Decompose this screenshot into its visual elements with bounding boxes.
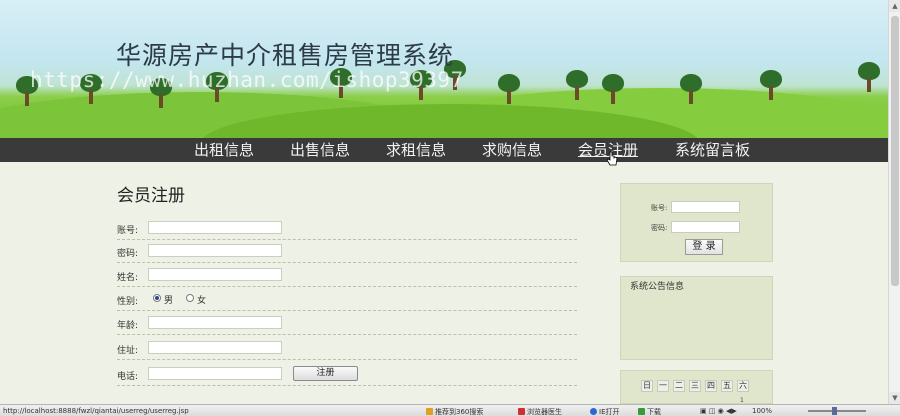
status-url: http://localhost:8888/fwzl/qiantai/userr…	[3, 407, 189, 415]
recommend-360-button[interactable]: 推荐到360搜索	[426, 407, 483, 416]
gender-female-radio[interactable]	[186, 294, 194, 302]
status-tool-icons[interactable]: ▣ ◫ ◉ ◀▶	[700, 407, 737, 415]
download-icon	[638, 408, 645, 415]
password-label: 密码:	[117, 249, 139, 259]
phone-label: 电话:	[117, 372, 139, 382]
login-password-label: 密码:	[651, 224, 668, 232]
calendar-weekday: 一	[657, 380, 669, 392]
vertical-scrollbar[interactable]: ▲ ▼	[888, 0, 900, 404]
browser-status-bar: http://localhost:8888/fwzl/qiantai/userr…	[0, 404, 900, 416]
tree	[498, 74, 520, 104]
gender-label: 性别:	[117, 297, 139, 307]
tree	[680, 74, 702, 104]
nav-sale-info[interactable]: 出售信息	[290, 140, 350, 160]
form-row-address: 住址:	[117, 337, 577, 360]
scroll-down-icon[interactable]: ▼	[889, 392, 900, 404]
age-input[interactable]	[148, 316, 282, 329]
calendar-weekday: 六	[737, 380, 749, 392]
header-banner: 华源房产中介租售房管理系统 https://www.huzhan.com/ish…	[0, 0, 888, 138]
tree	[602, 74, 624, 104]
form-row-phone: 电话: 注册	[117, 363, 577, 386]
watermark-text: https://www.huzhan.com/ishop39397	[30, 68, 464, 92]
hand-cursor-icon	[607, 151, 618, 166]
doctor-icon	[518, 408, 525, 415]
notice-panel: 系统公告信息	[620, 276, 773, 360]
tree	[566, 70, 588, 100]
form-row-gender: 性别: 男 女	[117, 288, 577, 311]
form-row-age: 年龄:	[117, 312, 577, 335]
browser-doctor-button[interactable]: 浏览器医生	[518, 407, 562, 416]
ie-icon	[590, 408, 597, 415]
zoom-slider-knob[interactable]	[832, 407, 837, 415]
gender-male-radio[interactable]	[153, 294, 161, 302]
login-account-input[interactable]	[671, 201, 740, 213]
form-row-name: 姓名:	[117, 264, 577, 287]
nav-message-board[interactable]: 系统留言板	[675, 140, 750, 160]
zoom-slider[interactable]	[808, 410, 866, 412]
account-label: 账号:	[117, 226, 139, 236]
gender-female-label: 女	[197, 296, 207, 306]
zoom-level[interactable]: 100%	[752, 407, 772, 415]
site-title: 华源房产中介租售房管理系统	[116, 41, 455, 70]
form-row-account: 账号:	[117, 217, 577, 240]
gender-male-label: 男	[164, 296, 174, 306]
nav-want-rent[interactable]: 求租信息	[386, 140, 446, 160]
scroll-up-icon[interactable]: ▲	[889, 0, 900, 12]
ie-open-button[interactable]: IE打开	[590, 407, 620, 416]
download-button[interactable]: 下载	[638, 407, 661, 416]
form-row-password: 密码:	[117, 240, 577, 263]
calendar-day-marker: 1	[740, 397, 744, 404]
tree	[760, 70, 782, 100]
calendar-weekday: 日	[641, 380, 653, 392]
register-submit-button[interactable]: 注册	[293, 366, 358, 381]
login-account-label: 账号:	[651, 204, 668, 212]
name-label: 姓名:	[117, 273, 139, 283]
login-button[interactable]: 登 录	[685, 239, 723, 255]
address-input[interactable]	[148, 341, 282, 354]
thumb-icon	[426, 408, 433, 415]
phone-input[interactable]	[148, 367, 282, 380]
login-password-input[interactable]	[671, 221, 740, 233]
account-input[interactable]	[148, 221, 282, 234]
calendar-weekday: 五	[721, 380, 733, 392]
nav-want-buy[interactable]: 求购信息	[482, 140, 542, 160]
password-input[interactable]	[148, 244, 282, 257]
notice-title: 系统公告信息	[630, 282, 685, 292]
nav-rent-info[interactable]: 出租信息	[194, 140, 254, 160]
address-label: 住址:	[117, 346, 139, 356]
calendar-weekday: 三	[689, 380, 701, 392]
calendar-weekday: 四	[705, 380, 717, 392]
page-title: 会员注册	[117, 186, 185, 206]
calendar-panel: 日 一 二 三 四 五 六 1	[620, 370, 773, 404]
login-panel: 账号: 密码: 登 录	[620, 183, 773, 262]
calendar-weekday: 二	[673, 380, 685, 392]
name-input[interactable]	[148, 268, 282, 281]
age-label: 年龄:	[117, 321, 139, 331]
scrollbar-thumb[interactable]	[891, 16, 899, 286]
main-nav: 出租信息 出售信息 求租信息 求购信息 会员注册 系统留言板	[0, 138, 888, 162]
tree	[858, 62, 880, 92]
